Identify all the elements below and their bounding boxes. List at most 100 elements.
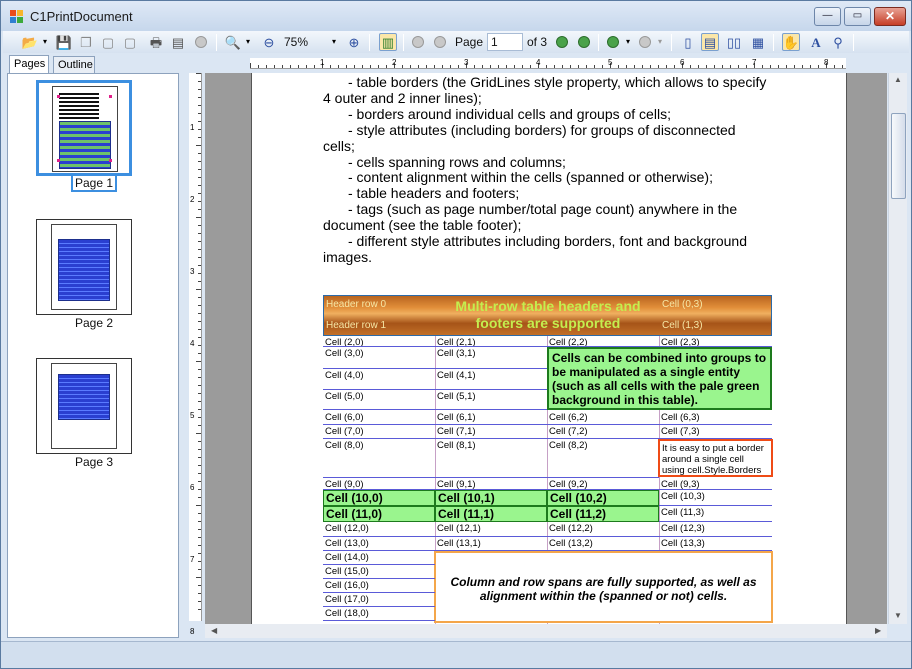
table-cell: Cell (13,0) [323, 537, 435, 551]
ruler-tick [198, 593, 201, 594]
text-line: - borders around individual cells and gr… [348, 105, 671, 122]
ruler-tick [196, 433, 201, 434]
text-line: 4 outer and 2 inner lines); [323, 89, 482, 106]
print-preview-icon[interactable]: ▤ [169, 33, 187, 51]
table-cell: Cell (2,0) [323, 336, 435, 347]
ruler-label: 2 [392, 58, 397, 67]
green-row-cell: Cell (11,2) [547, 506, 659, 522]
history-forward-dropdown-icon[interactable]: ▾ [656, 33, 664, 51]
ruler-tick [370, 65, 371, 68]
multi-page-view-icon[interactable]: ▦ [749, 33, 767, 51]
page-total: of 3 [527, 35, 548, 49]
last-page-icon[interactable] [575, 33, 593, 51]
tab-pages[interactable]: Pages [9, 55, 49, 74]
text-line: document (see the table footer); [323, 217, 522, 234]
table-cell: Cell (5,0) [323, 390, 435, 410]
thumbnails-toggle-icon[interactable]: ▥ [379, 33, 397, 51]
close-button[interactable]: ✕ [874, 7, 906, 26]
horizontal-scrollbar[interactable]: ◀ ▶ [205, 624, 887, 638]
open-dropdown-icon[interactable]: ▾ [41, 33, 49, 51]
green-row-cell: Cell (10,1) [435, 490, 547, 506]
export-icon[interactable]: ❐ [77, 33, 95, 51]
table-cell: Cell (8,1) [435, 439, 547, 478]
green-group-cell: Cells can be combined into groups to be … [547, 347, 772, 410]
green-row-cell: Cell (11,0) [323, 506, 435, 522]
history-back-icon[interactable] [604, 33, 622, 51]
table-cell: Cell (15,0) [323, 565, 435, 579]
scroll-left-icon[interactable]: ◀ [211, 626, 217, 635]
document-viewer[interactable]: - table borders (the GridLines style pro… [205, 73, 887, 624]
zoom-out-icon[interactable]: ⊖ [260, 33, 278, 51]
ruler-tick [198, 481, 201, 482]
table-cell: Cell (12,0) [323, 522, 435, 537]
ruler-tick [546, 65, 547, 68]
find-icon[interactable]: ⚲ [829, 33, 847, 51]
ruler-tick [198, 225, 201, 226]
page-thumbnail-2[interactable] [36, 219, 132, 315]
zoom-dropdown-icon[interactable]: ▾ [244, 33, 252, 51]
tab-outline[interactable]: Outline [53, 56, 95, 74]
next-page-icon[interactable] [553, 33, 571, 51]
page-number-input[interactable]: 1 [487, 33, 523, 51]
toolbar: 📂 ▾ 💾 ❐ ▢ ▢ 🖶 ▤ 🔍 ▾ ⊖ 75% ▾ ⊕ ▥ Page 1 o… [3, 31, 909, 53]
ruler-tick [198, 465, 201, 466]
page-thumbnail-3[interactable] [36, 358, 132, 454]
single-page-view-icon[interactable]: ▯ [679, 33, 697, 51]
open-icon[interactable]: 📂 [21, 33, 39, 51]
zoom-combo-arrow-icon[interactable]: ▾ [330, 33, 338, 51]
ruler-tick [198, 513, 201, 514]
ruler-tick [626, 65, 627, 68]
text-select-icon[interactable]: A [807, 33, 825, 51]
ruler-tick [746, 65, 747, 68]
table-cell: Cell (7,0) [323, 425, 435, 439]
save-icon[interactable]: 💾 [55, 33, 73, 51]
scroll-right-icon[interactable]: ▶ [875, 626, 881, 635]
table-cell: Cell (2,2) [547, 336, 659, 347]
two-page-view-icon[interactable]: ▯▯ [725, 33, 743, 51]
continuous-view-icon[interactable]: ▤ [701, 33, 719, 51]
ruler-label: 1 [320, 58, 325, 67]
ruler-tick [338, 65, 339, 68]
ruler-tick [198, 153, 201, 154]
ruler-tick [346, 65, 347, 68]
scroll-down-icon[interactable]: ▼ [894, 611, 902, 620]
table-cell: Cell (5,1) [435, 390, 547, 410]
text-line: - table borders (the GridLines style pro… [348, 74, 767, 90]
reflow-icon[interactable]: ▢ [121, 33, 139, 51]
page-setup-icon[interactable]: ▢ [99, 33, 117, 51]
hand-tool-icon[interactable]: ✋ [782, 33, 800, 51]
stop-icon[interactable] [192, 33, 210, 51]
maximize-button[interactable]: ▭ [844, 7, 871, 26]
ruler-tick [198, 553, 201, 554]
page-thumbnail-1[interactable] [36, 80, 132, 176]
app-window: C1PrintDocument — ▭ ✕ 📂 ▾ 💾 ❐ ▢ ▢ 🖶 ▤ 🔍 … [0, 0, 912, 669]
ruler-label: 7 [190, 555, 195, 564]
first-page-icon[interactable] [409, 33, 427, 51]
text-line: - cells spanning rows and columns; [348, 153, 566, 170]
history-forward-icon[interactable] [636, 33, 654, 51]
zoom-in-icon[interactable]: ⊕ [345, 33, 363, 51]
history-back-dropdown-icon[interactable]: ▾ [624, 33, 632, 51]
ruler-tick [402, 65, 403, 68]
ruler-tick [198, 521, 201, 522]
ruler-tick [618, 65, 619, 68]
zoom-tool-icon[interactable]: 🔍 [224, 33, 242, 51]
vertical-scrollbar[interactable]: ▲ ▼ [888, 73, 907, 624]
ruler-tick [198, 177, 201, 178]
ruler-tick [196, 361, 201, 362]
previous-page-icon[interactable] [431, 33, 449, 51]
ruler-tick [198, 385, 201, 386]
ruler-tick [570, 65, 571, 68]
scroll-up-icon[interactable]: ▲ [894, 75, 902, 84]
table-cell: Cell (12,3) [659, 522, 772, 537]
thumbnail-label: Page 3 [74, 455, 114, 469]
ruler-tick [198, 473, 201, 474]
ruler-tick [250, 63, 251, 68]
ruler-tick [362, 65, 363, 68]
ruler-tick [818, 65, 819, 68]
table-cell: Cell (2,3) [659, 336, 772, 347]
vertical-scroll-thumb[interactable] [891, 113, 906, 199]
table-cell: Cell (13,2) [547, 537, 659, 551]
print-icon[interactable]: 🖶 [147, 33, 165, 51]
minimize-button[interactable]: — [814, 7, 841, 26]
